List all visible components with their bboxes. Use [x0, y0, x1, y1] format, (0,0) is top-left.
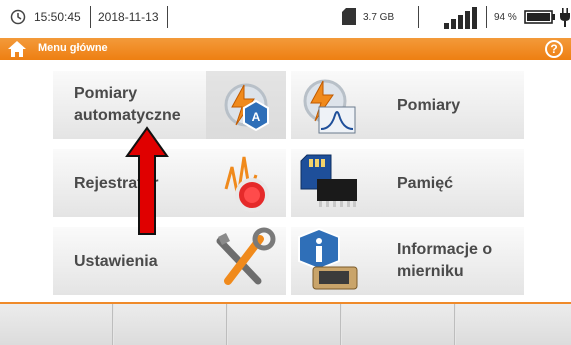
- status-date: 2018-11-13: [98, 10, 159, 24]
- menu-label: Pomiary: [397, 97, 461, 114]
- page-title: Menu główne: [38, 42, 108, 54]
- function-key-4[interactable]: [342, 304, 455, 345]
- menu-recorder[interactable]: Rejestrator: [53, 149, 286, 217]
- function-key-bar: [0, 302, 571, 345]
- divider: [486, 6, 487, 28]
- menu-label-line: automatyczne: [74, 107, 181, 124]
- menu-memory[interactable]: Pamięć: [291, 149, 524, 217]
- measure-icon: [303, 79, 356, 134]
- auto-measure-icon: A: [206, 71, 286, 139]
- charging-plug-icon: [560, 8, 570, 27]
- menu-label-line: Pomiary: [74, 85, 138, 102]
- clock-icon: [10, 9, 26, 25]
- tools-icon: [216, 227, 276, 285]
- menu-label: Pamięć: [397, 175, 454, 192]
- battery-percent: 94 %: [494, 12, 517, 23]
- menu-label: Pomiary automatyczne: [74, 83, 181, 127]
- function-key-1[interactable]: [0, 304, 113, 345]
- status-time: 15:50:45: [34, 10, 81, 24]
- signal-strength-icon: [444, 7, 477, 29]
- memory-card-icon: [300, 154, 357, 207]
- help-button[interactable]: ?: [545, 40, 563, 58]
- red-arrow-annotation: [125, 126, 169, 235]
- menu-meter-info[interactable]: Informacje o mierniku: [291, 227, 524, 295]
- header-bar: Menu główne ?: [0, 38, 571, 60]
- menu-measurements[interactable]: Pomiary: [291, 71, 524, 139]
- meter-info-icon: [298, 227, 358, 290]
- status-bar: 15:50:45 2018-11-13 3.7 GB 94 %: [0, 0, 571, 34]
- function-key-5[interactable]: [456, 304, 571, 345]
- memory-free: 3.7 GB: [363, 12, 395, 23]
- recorder-icon: [224, 156, 269, 212]
- menu-settings[interactable]: Ustawienia: [53, 227, 286, 295]
- menu-label-line: mierniku: [397, 263, 464, 280]
- menu-label: Informacje o mierniku: [397, 239, 492, 283]
- home-icon[interactable]: [8, 41, 26, 57]
- divider: [90, 6, 91, 28]
- menu-auto-measurements[interactable]: Pomiary automatyczne A: [53, 71, 286, 139]
- function-key-3[interactable]: [228, 304, 341, 345]
- divider: [167, 6, 168, 28]
- battery-icon: [524, 10, 555, 24]
- svg-text:A: A: [252, 110, 261, 124]
- function-key-2[interactable]: [114, 304, 227, 345]
- menu-label-line: Informacje o: [397, 241, 493, 258]
- sd-card-icon: [342, 8, 356, 25]
- divider: [418, 6, 419, 28]
- menu-label: Ustawienia: [74, 253, 158, 270]
